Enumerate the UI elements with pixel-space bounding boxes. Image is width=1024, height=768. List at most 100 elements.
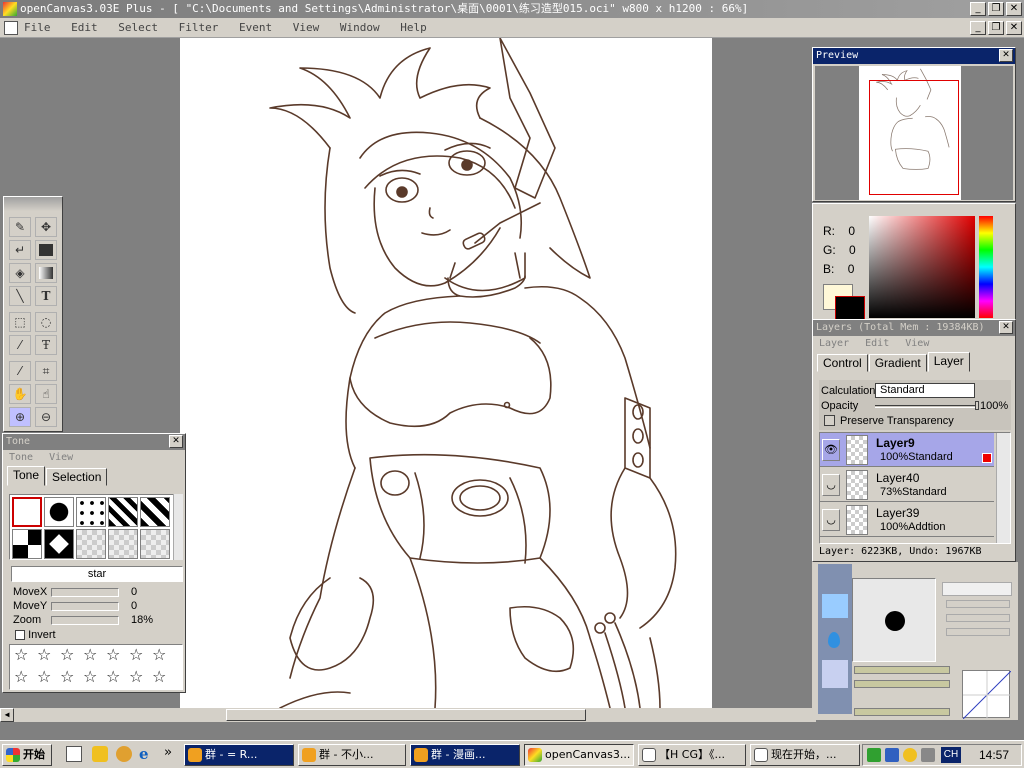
layers-menu-edit[interactable]: Edit bbox=[865, 338, 889, 349]
scroll-left-arrow-icon[interactable]: ◀ bbox=[0, 708, 14, 722]
show-desktop-icon[interactable] bbox=[66, 746, 82, 762]
preview-view-rect[interactable] bbox=[869, 80, 959, 195]
pencil-tool-icon[interactable]: ✎ bbox=[9, 217, 31, 237]
close-button[interactable]: ✕ bbox=[1006, 2, 1022, 16]
color-saturation-field[interactable] bbox=[869, 216, 975, 318]
movey-track[interactable] bbox=[51, 602, 119, 611]
move-tool-icon[interactable]: ✥ bbox=[35, 217, 57, 237]
crop-tool-icon[interactable]: ⌗ bbox=[35, 361, 57, 381]
movex-slider[interactable]: MoveX 0 bbox=[13, 586, 183, 600]
tray-network-icon[interactable] bbox=[867, 748, 881, 762]
brush-slider-2[interactable] bbox=[946, 614, 1010, 622]
layer-move-tool-icon[interactable]: ↵ bbox=[9, 240, 31, 260]
brush-size-slider[interactable] bbox=[854, 666, 950, 674]
taskbar-item-qq-2[interactable]: 群 - 不小... bbox=[298, 744, 406, 766]
quick-launch-chevron-icon[interactable]: » bbox=[164, 745, 172, 760]
eye-icon[interactable]: 👁 bbox=[822, 439, 840, 461]
layer-row-layer40[interactable]: ◡ Layer40 73%Standard bbox=[820, 468, 994, 502]
doc-minimize-button[interactable]: _ bbox=[970, 21, 986, 35]
doc-close-button[interactable]: ✕ bbox=[1006, 21, 1022, 35]
tone-swatch-checker[interactable] bbox=[12, 529, 42, 559]
layers-close-button[interactable]: ✕ bbox=[999, 321, 1013, 334]
calculation-select[interactable]: Standard bbox=[875, 383, 975, 398]
tray-qq-icon[interactable] bbox=[903, 748, 917, 762]
tone-close-button[interactable]: ✕ bbox=[169, 435, 183, 448]
tone-swatch-diamond[interactable] bbox=[44, 529, 74, 559]
text-tool-icon[interactable]: T bbox=[35, 286, 57, 306]
opacity-slider[interactable] bbox=[875, 405, 975, 408]
eyedropper-tool-icon[interactable]: ⁄ bbox=[9, 361, 31, 381]
start-button[interactable]: 开始 bbox=[2, 744, 52, 766]
layer-row-layer39[interactable]: ◡ Layer39 100%Addtion bbox=[820, 503, 994, 537]
restore-button[interactable]: ❐ bbox=[988, 2, 1004, 16]
gradient-tool-icon[interactable] bbox=[35, 263, 57, 283]
tone-swatch-empty-3[interactable] bbox=[140, 529, 170, 559]
layer-row-layer9[interactable]: 👁 Layer9 100%Standard bbox=[820, 433, 994, 467]
rotate-hand-tool-icon[interactable]: ☝ bbox=[35, 384, 57, 404]
internet-explorer-icon[interactable]: e bbox=[139, 746, 155, 762]
movey-slider[interactable]: MoveY 0 bbox=[13, 600, 183, 614]
invert-option[interactable]: Invert bbox=[15, 629, 56, 641]
brush-slider-1[interactable] bbox=[946, 600, 1010, 608]
zoom-in-tool-icon[interactable]: ⊕ bbox=[9, 407, 31, 427]
tab-selection[interactable]: Selection bbox=[46, 468, 108, 486]
tray-volume-icon[interactable] bbox=[921, 748, 935, 762]
doc-restore-button[interactable]: ❐ bbox=[988, 21, 1004, 35]
taskbar-item-hcg[interactable]: 【H CG】《... bbox=[638, 744, 746, 766]
fill-rect-tool-icon[interactable] bbox=[35, 240, 57, 260]
zoom-out-tool-icon[interactable]: ⊖ bbox=[35, 407, 57, 427]
line-tool-icon[interactable]: ╲ bbox=[9, 286, 31, 306]
tone-menu-tone[interactable]: Tone bbox=[9, 452, 33, 463]
zoom-track[interactable] bbox=[51, 616, 119, 625]
brush-density-slider[interactable] bbox=[854, 680, 950, 688]
canvas-horizontal-scrollbar[interactable]: ◀ bbox=[0, 708, 816, 722]
preview-close-button[interactable]: ✕ bbox=[999, 49, 1013, 62]
preview-panel-title[interactable]: Preview bbox=[813, 48, 1015, 64]
tone-grid-scrollbar[interactable] bbox=[173, 494, 183, 560]
tone-menu-view[interactable]: View bbox=[49, 452, 73, 463]
quick-launch-icon[interactable] bbox=[116, 746, 132, 762]
magic-wand-tool-icon[interactable]: ⁄ bbox=[9, 335, 31, 355]
tab-tone[interactable]: Tone bbox=[7, 466, 46, 486]
tone-swatch-dot[interactable] bbox=[44, 497, 74, 527]
tone-panel-title[interactable]: Tone bbox=[3, 434, 185, 450]
toolbox-grip[interactable] bbox=[4, 197, 62, 211]
preview-viewport[interactable] bbox=[815, 66, 1013, 200]
water-brush-icon[interactable] bbox=[828, 632, 840, 648]
text-select-tool-icon[interactable]: Ŧ bbox=[35, 335, 57, 355]
tone-swatch-stripes-wide[interactable] bbox=[140, 497, 170, 527]
taskbar-item-start-now[interactable]: 现在开始，... bbox=[750, 744, 860, 766]
tone-swatch-empty-2[interactable] bbox=[108, 529, 138, 559]
tray-app-icon[interactable] bbox=[885, 748, 899, 762]
scroll-thumb[interactable] bbox=[226, 709, 586, 721]
tone-swatch-blank[interactable] bbox=[12, 497, 42, 527]
brush-size-presets[interactable] bbox=[942, 582, 1012, 596]
tab-control[interactable]: Control bbox=[817, 354, 868, 372]
brush-type-strip[interactable] bbox=[818, 564, 852, 714]
eye-icon[interactable]: ◡ bbox=[822, 474, 840, 496]
brush-blend-slider[interactable] bbox=[854, 708, 950, 716]
pressure-curve[interactable] bbox=[962, 670, 1012, 720]
menu-help[interactable]: Help bbox=[400, 21, 427, 34]
lasso-tool-icon[interactable]: ◌ bbox=[35, 312, 57, 332]
menu-edit[interactable]: Edit bbox=[71, 21, 98, 34]
tab-gradient[interactable]: Gradient bbox=[868, 354, 927, 372]
preserve-transparency-checkbox[interactable] bbox=[824, 415, 835, 426]
hand-tool-icon[interactable]: ✋ bbox=[9, 384, 31, 404]
menu-window[interactable]: Window bbox=[340, 21, 380, 34]
menu-select[interactable]: Select bbox=[118, 21, 158, 34]
bucket-tool-icon[interactable]: ◈ bbox=[9, 263, 31, 283]
eye-icon[interactable]: ◡ bbox=[822, 509, 840, 531]
opacity-slider-thumb[interactable] bbox=[975, 401, 979, 410]
brush-icon[interactable] bbox=[822, 594, 848, 618]
minimize-button[interactable]: _ bbox=[970, 2, 986, 16]
media-player-icon[interactable] bbox=[92, 746, 108, 762]
taskbar-item-opencanvas[interactable]: openCanvas3... bbox=[524, 744, 634, 766]
tone-swatch-empty-1[interactable] bbox=[76, 529, 106, 559]
menu-file[interactable]: File bbox=[24, 21, 51, 34]
layers-panel-title[interactable]: Layers (Total Mem : 19384KB) bbox=[813, 320, 1015, 336]
tone-swatch-stripes[interactable] bbox=[108, 497, 138, 527]
rect-select-tool-icon[interactable]: ⬚ bbox=[9, 312, 31, 332]
layer-list-scrollbar[interactable] bbox=[996, 433, 1010, 543]
hue-slider[interactable] bbox=[979, 216, 993, 318]
